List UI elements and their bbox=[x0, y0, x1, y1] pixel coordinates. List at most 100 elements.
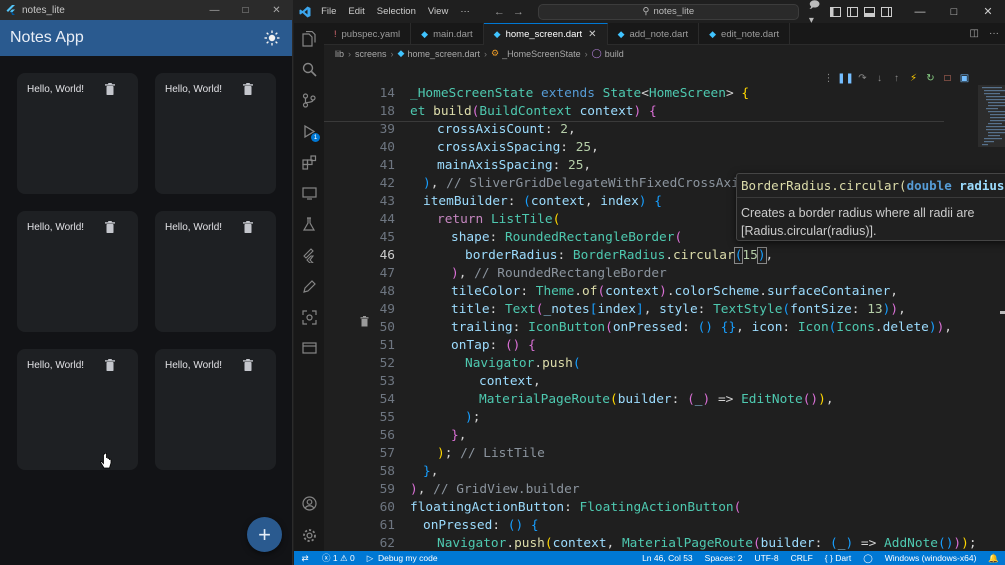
tab-add-note-dart[interactable]: ◆ add_note.dart bbox=[608, 23, 700, 45]
delete-note-button[interactable] bbox=[239, 218, 257, 236]
remote-explorer-icon[interactable] bbox=[294, 178, 324, 209]
explorer-icon[interactable] bbox=[294, 23, 324, 54]
code-line[interactable]: 49 title: Text(_notes[index], style: Text… bbox=[324, 301, 1005, 319]
copilot-status-icon[interactable]: ◯ bbox=[857, 553, 879, 564]
run-and-debug-icon[interactable]: 1 bbox=[294, 116, 324, 147]
breadcrumb-screens[interactable]: screens bbox=[355, 49, 387, 59]
minimize-button[interactable]: — bbox=[199, 0, 230, 20]
code-line[interactable]: 47), // RoundedRectangleBorder bbox=[324, 265, 1005, 283]
code-line[interactable]: 51 onTap: () { bbox=[324, 337, 1005, 355]
more-actions-icon[interactable]: ··· bbox=[989, 28, 999, 39]
flutter-devtools-icon[interactable] bbox=[294, 240, 324, 271]
language-mode[interactable]: { } Dart bbox=[819, 553, 857, 563]
indentation-status[interactable]: Spaces: 2 bbox=[699, 553, 749, 563]
toggle-secondary-sidebar-icon[interactable] bbox=[878, 0, 895, 23]
close-button[interactable]: ✕ bbox=[261, 0, 292, 20]
testing-flask-icon[interactable] bbox=[294, 209, 324, 240]
preview-window-icon[interactable] bbox=[294, 333, 324, 364]
code-line[interactable]: 39 crossAxisCount: 2, bbox=[324, 121, 1005, 139]
code-line[interactable]: 53 context, bbox=[324, 373, 1005, 391]
code-line[interactable]: 52 Navigator.push( bbox=[324, 355, 1005, 373]
menu-edit[interactable]: Edit bbox=[342, 6, 370, 17]
split-editor-icon[interactable]: ◫ bbox=[970, 28, 979, 39]
hot-reload-icon[interactable]: ⚡ bbox=[905, 73, 922, 84]
tab-pubspec-yaml[interactable]: ! pubspec.yaml bbox=[324, 23, 412, 45]
breadcrumb-class[interactable]: _HomeScreenState bbox=[502, 49, 581, 59]
extensions-icon[interactable] bbox=[294, 147, 324, 178]
note-tile[interactable]: Hello, World! bbox=[155, 73, 276, 194]
accounts-icon[interactable] bbox=[294, 488, 324, 519]
code-line[interactable]: 57); // ListTile bbox=[324, 445, 1005, 463]
sticky-scroll-line[interactable]: 14 _HomeScreenState extends State<HomeScr… bbox=[324, 85, 1005, 103]
debug-status[interactable]: ▷ Debug my code bbox=[361, 553, 444, 564]
breadcrumb-lib[interactable]: lib bbox=[335, 49, 344, 59]
maximize-button[interactable]: □ bbox=[230, 0, 261, 20]
step-into-icon[interactable]: ↓ bbox=[871, 73, 888, 84]
step-over-icon[interactable]: ↷ bbox=[854, 73, 871, 84]
delete-note-button[interactable] bbox=[101, 80, 119, 98]
remote-indicator-icon[interactable]: ⇄ bbox=[294, 551, 316, 565]
menu-more[interactable]: ··· bbox=[454, 6, 476, 17]
pause-icon[interactable]: ❚❚ bbox=[837, 73, 854, 84]
breadcrumb-method[interactable]: build bbox=[605, 49, 624, 59]
back-arrow-icon[interactable]: ← bbox=[490, 6, 509, 18]
encoding-status[interactable]: UTF-8 bbox=[748, 553, 784, 563]
code-line[interactable]: 50 trailing: IconButton(onPressed: () {},… bbox=[324, 319, 1005, 337]
vscode-minimize-button[interactable]: — bbox=[903, 6, 937, 18]
restart-icon[interactable]: ↻ bbox=[922, 73, 939, 84]
source-control-icon[interactable] bbox=[294, 85, 324, 116]
forward-arrow-icon[interactable]: → bbox=[509, 6, 528, 18]
delete-note-button[interactable] bbox=[239, 80, 257, 98]
screen-capture-icon[interactable] bbox=[294, 302, 324, 333]
stop-icon[interactable]: □ bbox=[939, 73, 956, 84]
code-line[interactable]: 59), // GridView.builder bbox=[324, 481, 1005, 499]
note-tile[interactable]: Hello, World! bbox=[17, 349, 138, 470]
close-tab-icon[interactable]: ✕ bbox=[588, 29, 596, 40]
drag-handle-icon[interactable]: ⋮ bbox=[820, 73, 837, 84]
breadcrumb-file[interactable]: home_screen.dart bbox=[407, 49, 480, 59]
widget-inspector-icon[interactable]: ▣ bbox=[956, 73, 973, 84]
code-line[interactable]: 55); bbox=[324, 409, 1005, 427]
vscode-maximize-button[interactable]: □ bbox=[937, 6, 971, 18]
eol-status[interactable]: CRLF bbox=[785, 553, 819, 563]
theme-toggle-button[interactable] bbox=[262, 28, 282, 48]
device-platform[interactable]: Windows (windows-x64) bbox=[879, 553, 983, 563]
toggle-panel-icon[interactable] bbox=[861, 0, 878, 23]
code-line[interactable]: 58}, bbox=[324, 463, 1005, 481]
copilot-chat-icon[interactable]: 🗩 ▾ bbox=[809, 0, 827, 26]
menu-selection[interactable]: Selection bbox=[371, 6, 422, 17]
note-tile[interactable]: Hello, World! bbox=[17, 73, 138, 194]
code-line[interactable]: 56}, bbox=[324, 427, 1005, 445]
code-line[interactable]: 60 floatingActionButton: FloatingActionBu… bbox=[324, 499, 1005, 517]
code-line-current[interactable]: 46 borderRadius: BorderRadius.circular(15… bbox=[324, 247, 1005, 265]
tab-edit-note-dart[interactable]: ◆ edit_note.dart bbox=[699, 23, 791, 45]
manage-gear-icon[interactable] bbox=[294, 520, 324, 551]
note-tile[interactable]: Hello, World! bbox=[17, 211, 138, 332]
menu-file[interactable]: File bbox=[315, 6, 342, 17]
tab-home-screen-dart[interactable]: ◆ home_screen.dart ✕ bbox=[483, 23, 608, 45]
code-line[interactable]: 40 crossAxisSpacing: 25, bbox=[324, 139, 1005, 157]
search-view-icon[interactable] bbox=[294, 54, 324, 85]
tab-main-dart[interactable]: ◆ main.dart bbox=[411, 23, 484, 45]
problems-status[interactable]: ⓧ 1 ⚠ 0 bbox=[316, 552, 361, 564]
toggle-primary-sidebar-icon[interactable] bbox=[844, 0, 861, 23]
cursor-position[interactable]: Ln 46, Col 53 bbox=[636, 553, 699, 563]
command-center-search[interactable]: ⚲ notes_lite bbox=[537, 3, 799, 20]
delete-note-button[interactable] bbox=[101, 356, 119, 374]
sticky-scroll-line[interactable]: 18 et build(BuildContext context) { bbox=[324, 103, 1005, 121]
code-editor[interactable]: 14 _HomeScreenState extends State<HomeScr… bbox=[324, 85, 1005, 565]
note-tile[interactable]: Hello, World! bbox=[155, 211, 276, 332]
code-line[interactable]: 48 tileColor: Theme.of(context).colorSche… bbox=[324, 283, 1005, 301]
code-line[interactable]: 61 onPressed: () { bbox=[324, 517, 1005, 535]
menu-view[interactable]: View bbox=[422, 6, 454, 17]
minimap[interactable] bbox=[980, 85, 1005, 155]
add-note-fab[interactable]: + bbox=[247, 517, 282, 552]
note-tile[interactable]: Hello, World! bbox=[155, 349, 276, 470]
pencil-icon[interactable] bbox=[294, 271, 324, 302]
notifications-bell-icon[interactable]: 🔔 bbox=[982, 553, 1005, 564]
toggle-sidebar-layout-icon[interactable] bbox=[827, 0, 844, 23]
step-out-icon[interactable]: ↑ bbox=[888, 73, 905, 84]
vscode-close-button[interactable]: ✕ bbox=[971, 5, 1005, 18]
delete-note-button[interactable] bbox=[239, 356, 257, 374]
delete-note-button[interactable] bbox=[101, 218, 119, 236]
